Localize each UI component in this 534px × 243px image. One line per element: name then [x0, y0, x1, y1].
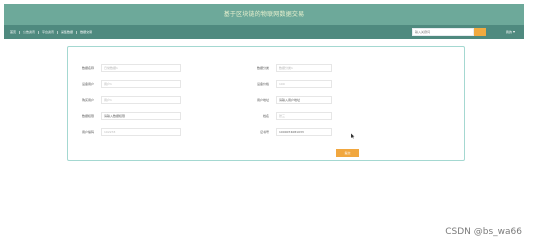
field-label-data-category: 数据分类 [256, 65, 269, 70]
nav-item-platform-news[interactable]: 平台资讯 [39, 30, 59, 34]
form-row-user-address: 用户地址 请输入用户地址 [245, 96, 332, 104]
form-row-device-user: 设备用户 用户1 [70, 80, 181, 88]
user-menu[interactable]: 我的 [506, 29, 515, 35]
buyer-user-field[interactable]: 用户1 [101, 96, 181, 104]
nav-menu: 首页 公告资讯 平台资讯 采集数据 数据交易 [4, 25, 95, 39]
nav-item-data-trading[interactable]: 数据交易 [77, 30, 95, 34]
header-title-bar: 基于区块链的物联网数据交易 [4, 4, 524, 25]
field-label-certificate-number: 证书号 [259, 129, 269, 134]
field-label-user-code: 用户编码 [81, 129, 94, 134]
form-row-device-price: 设备价格 100 [245, 80, 332, 88]
watermark: CSDN @bs_wa66 [445, 227, 522, 237]
app-window: 基于区块链的物联网数据交易 首页 公告资讯 平台资讯 采集数据 数据交易 我的 [0, 0, 534, 243]
data-permission-field[interactable]: 请输入数据权限 [101, 112, 181, 120]
field-label-user-address: 用户地址 [256, 97, 269, 102]
chevron-down-icon [513, 31, 515, 33]
page-title: 基于区块链的物联网数据交易 [223, 10, 305, 18]
device-user-field[interactable]: 用户1 [101, 80, 181, 88]
nav-item-announcements[interactable]: 公告资讯 [20, 30, 40, 34]
search-input[interactable] [412, 28, 474, 36]
nav-item-home[interactable]: 首页 [7, 30, 21, 34]
user-menu-label: 我的 [505, 30, 512, 34]
field-label-device-user: 设备用户 [81, 81, 94, 86]
data-form-card: 数据名称 日常数据1 数据分类 数据分类1 设备用户 用户1 设备价格 100 … [67, 46, 465, 161]
form-row-data-name: 数据名称 日常数据1 [70, 64, 181, 72]
field-label-device-price: 设备价格 [256, 81, 269, 86]
form-row-data-category: 数据分类 数据分类1 [245, 64, 332, 72]
field-label-buyer-user: 购买用户 [81, 97, 94, 102]
form-row-data-permission: 数据权限 请输入数据权限 [70, 112, 181, 120]
search-group [412, 28, 486, 36]
form-row-buyer-user: 购买用户 用户1 [70, 96, 181, 104]
user-code-field[interactable]: 102233 [101, 128, 181, 136]
field-label-data-name: 数据名称 [81, 65, 94, 70]
form-row-user-code: 用户编码 102233 [70, 128, 181, 136]
submit-button[interactable]: 提交 [336, 149, 359, 157]
certificate-number-field[interactable]: 1000074081033 [276, 128, 332, 136]
name-field[interactable]: 张三 [276, 112, 332, 120]
nav-item-collected-data[interactable]: 采集数据 [58, 30, 78, 34]
text-cursor-icon [351, 133, 355, 139]
field-label-name: 姓名 [262, 113, 269, 118]
data-name-field[interactable]: 日常数据1 [101, 64, 181, 72]
form-row-certificate-number: 证书号 1000074081033 [245, 128, 332, 136]
form-row-name: 姓名 张三 [245, 112, 332, 120]
search-button[interactable] [474, 28, 486, 36]
user-address-field[interactable]: 请输入用户地址 [276, 96, 332, 104]
device-price-field[interactable]: 100 [276, 80, 332, 88]
data-category-field[interactable]: 数据分类1 [276, 64, 332, 72]
top-navigation: 首页 公告资讯 平台资讯 采集数据 数据交易 我的 [4, 25, 524, 39]
field-label-data-permission: 数据权限 [81, 113, 94, 118]
